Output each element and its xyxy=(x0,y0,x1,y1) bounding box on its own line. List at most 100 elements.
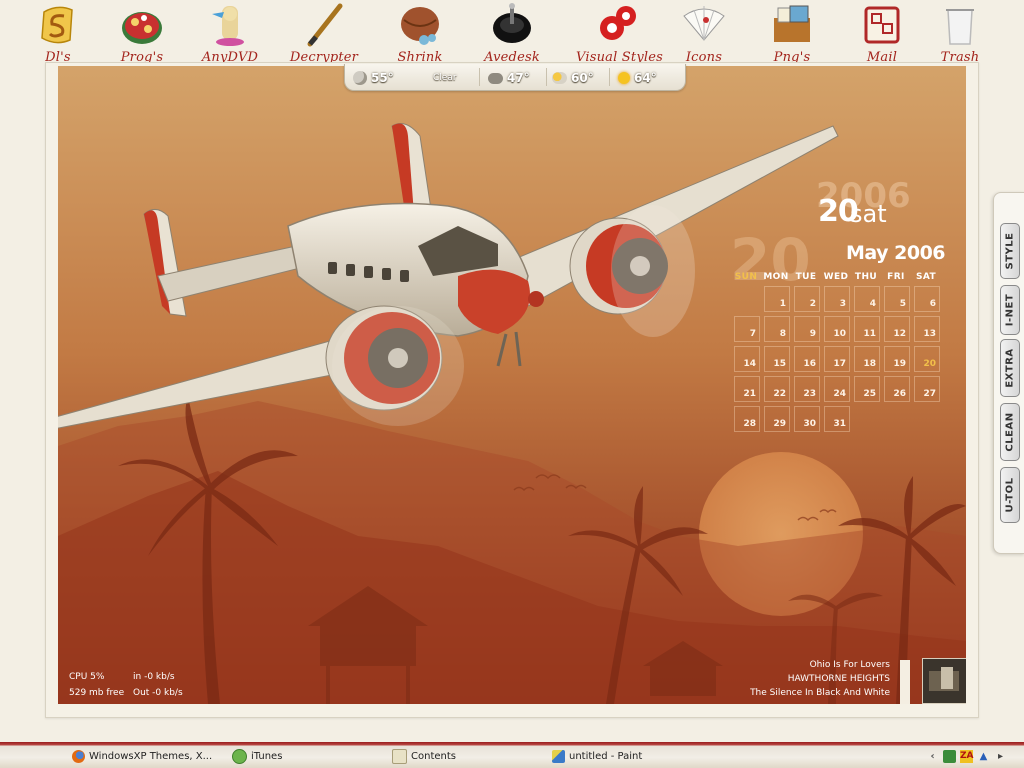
photos-box-icon xyxy=(774,5,810,42)
calendar-day[interactable]: 14 xyxy=(734,346,760,372)
taskbar-button-firefox[interactable]: WindowsXP Themes, X... xyxy=(72,747,212,765)
taskbar-button-itunes[interactable]: iTunes xyxy=(232,747,282,765)
weekday-header: MON xyxy=(763,272,789,282)
sun-icon xyxy=(618,72,630,84)
weather-current[interactable]: 55° xyxy=(353,69,394,87)
partly-cloudy-icon xyxy=(552,72,567,84)
calendar-day[interactable]: 18 xyxy=(854,346,880,372)
calendar-day[interactable]: 31 xyxy=(824,406,850,432)
spinning-top-icon xyxy=(493,3,531,43)
calendar-day[interactable]: 1 xyxy=(764,286,790,312)
weekday-header: THU xyxy=(854,272,878,282)
antivirus-icon[interactable]: ▲ xyxy=(977,750,990,763)
album-art[interactable] xyxy=(922,658,966,704)
tab-extra[interactable]: EXTRA xyxy=(1000,339,1020,397)
calendar-day[interactable]: 16 xyxy=(794,346,820,372)
dock-item-visual-styles[interactable]: Visual Styles xyxy=(576,2,663,66)
fox-icon xyxy=(212,6,244,46)
dock-item-anydvd[interactable]: AnyDVD xyxy=(190,2,270,66)
paint-icon xyxy=(552,749,565,763)
calendar-day[interactable]: 17 xyxy=(824,346,850,372)
dock-item-progs[interactable]: Prog's xyxy=(102,2,182,66)
calendar-day[interactable]: 10 xyxy=(824,316,850,342)
firefox-icon xyxy=(72,749,85,763)
calendar-day[interactable]: 7 xyxy=(734,316,760,342)
calendar-day[interactable]: 25 xyxy=(854,376,880,402)
weather-divider xyxy=(479,68,480,86)
calendar-day[interactable]: 29 xyxy=(764,406,790,432)
weekday-header: WED xyxy=(823,272,849,282)
day-watermark: 20 xyxy=(730,226,811,294)
collapse-arrow-icon[interactable]: ‹ xyxy=(926,750,939,763)
net-out: Out -0 kb/s xyxy=(133,688,183,698)
calendar-day[interactable]: 30 xyxy=(794,406,820,432)
storm-cloud-icon xyxy=(488,72,503,84)
calendar-day[interactable]: 23 xyxy=(794,376,820,402)
dock-item-avedesk[interactable]: Avedesk xyxy=(472,2,552,66)
side-launcher-panel: STYLE I-NET EXTRA CLEAN U-TOL xyxy=(993,192,1024,554)
weather-condition: Clear xyxy=(433,73,457,83)
trash-bin-icon xyxy=(946,9,974,45)
dock-item-trash[interactable]: Trash xyxy=(920,2,1000,66)
artist-name: HAWTHORNE HEIGHTS xyxy=(787,674,890,684)
forecast-day-3[interactable]: 64° xyxy=(618,69,657,87)
calendar-day[interactable]: 28 xyxy=(734,406,760,432)
dock-item-decrypter[interactable]: Decrypter xyxy=(284,2,364,66)
dock-item-icons[interactable]: Icons xyxy=(664,2,744,66)
calendar-day[interactable]: 4 xyxy=(854,286,880,312)
calendar-day[interactable]: 2 xyxy=(794,286,820,312)
net-in: in -0 kb/s xyxy=(133,672,175,682)
weekday-header: SUN xyxy=(734,272,758,282)
calendar-day[interactable]: 9 xyxy=(794,316,820,342)
itunes-icon xyxy=(232,748,247,764)
scroll-icon xyxy=(864,6,900,44)
calendar-day[interactable]: 15 xyxy=(764,346,790,372)
tab-style[interactable]: STYLE xyxy=(1000,223,1020,279)
hand-fan-icon xyxy=(683,6,725,41)
calendar-day[interactable]: 19 xyxy=(884,346,910,372)
weekday-header: SAT xyxy=(915,272,937,282)
red-fan-icon xyxy=(600,6,636,40)
forecast-day-1[interactable]: 47° xyxy=(488,69,530,87)
calendar-day[interactable]: 13 xyxy=(914,316,940,342)
dock-item-shrink[interactable]: Shrink xyxy=(380,2,460,66)
calendar-day[interactable]: 20 xyxy=(914,346,940,372)
dock-item-pngs[interactable]: Png's xyxy=(752,2,832,66)
calendar-day[interactable]: 11 xyxy=(854,316,880,342)
dock-item-mail[interactable]: Mail xyxy=(842,2,922,66)
tab-i-net[interactable]: I-NET xyxy=(1000,285,1020,335)
weekday-header: TUE xyxy=(795,272,817,282)
tab-u-tol[interactable]: U-TOL xyxy=(1000,467,1020,523)
calendar-day[interactable]: 6 xyxy=(914,286,940,312)
calendar-day[interactable]: 22 xyxy=(764,376,790,402)
folder-icon xyxy=(392,748,407,764)
memory-free: 529 mb free xyxy=(69,688,125,698)
gift-box-icon xyxy=(122,12,162,44)
zonealarm-icon[interactable]: ZA xyxy=(960,749,974,763)
tab-clean[interactable]: CLEAN xyxy=(1000,403,1020,461)
calendar-day[interactable]: 5 xyxy=(884,286,910,312)
weather-divider xyxy=(609,68,610,86)
calendar-day[interactable]: 27 xyxy=(914,376,940,402)
speaker-icon[interactable]: ▸ xyxy=(994,750,1007,763)
dock-item-dls[interactable]: Dl's xyxy=(18,2,98,66)
folder-s-icon xyxy=(41,6,73,44)
taskbar-button-contents[interactable]: Contents xyxy=(392,747,456,765)
calendar-day[interactable]: 8 xyxy=(764,316,790,342)
weekday-header: FRI xyxy=(887,272,905,282)
weather-bar: 55° Clear 47° 60° 64° xyxy=(344,64,686,91)
calendar-day[interactable]: 26 xyxy=(884,376,910,402)
top-dock: Dl's Prog's AnyDVD Decrypter Shrink Aved… xyxy=(0,0,1024,66)
forecast-day-2[interactable]: 60° xyxy=(552,69,594,87)
cpu-usage: CPU 5% xyxy=(69,672,105,682)
calendar-day[interactable]: 3 xyxy=(824,286,850,312)
taskbar-button-paint[interactable]: untitled - Paint xyxy=(552,747,642,765)
day-name: sat xyxy=(850,200,887,228)
calendar-day[interactable]: 12 xyxy=(884,316,910,342)
network-icon[interactable] xyxy=(943,749,956,763)
calendar-day[interactable]: 21 xyxy=(734,376,760,402)
calendar-day[interactable]: 24 xyxy=(824,376,850,402)
moon-icon xyxy=(353,71,367,85)
song-title: Ohio Is For Lovers xyxy=(809,660,890,670)
ball-icon xyxy=(401,7,439,45)
